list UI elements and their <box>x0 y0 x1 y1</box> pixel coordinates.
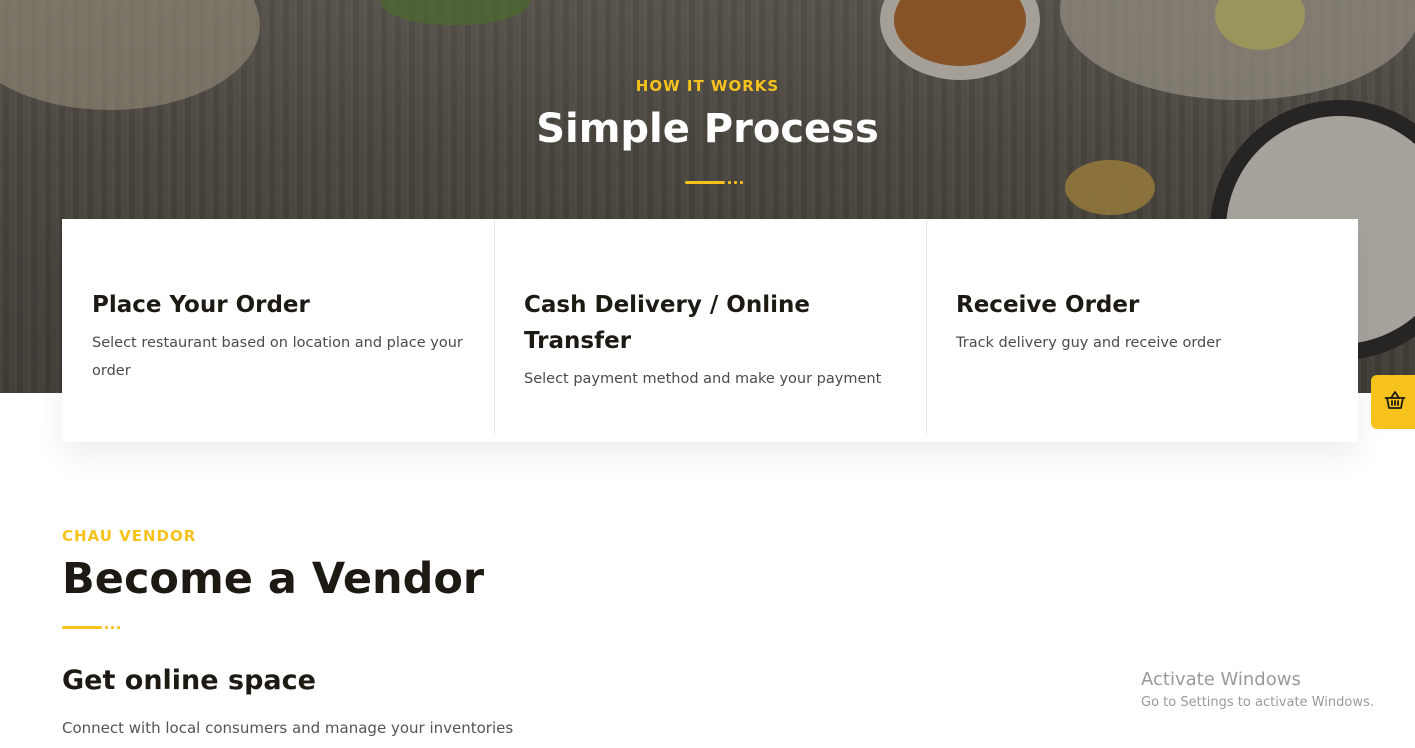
step-place-order: Place Your Order Select restaurant based… <box>62 219 494 442</box>
watermark-line-1: Activate Windows <box>1141 669 1301 690</box>
section-title: Simple Process <box>536 106 879 152</box>
step-description: Select restaurant based on location and … <box>92 335 463 379</box>
vendor-title-divider <box>62 625 120 629</box>
section-eyebrow: HOW IT WORKS <box>635 77 780 95</box>
step-title: Place Your Order <box>92 292 310 318</box>
basket-icon <box>1384 390 1406 415</box>
step-description: Track delivery guy and receive order <box>956 335 1222 351</box>
step-payment: Cash Delivery / Online Transfer Select p… <box>494 219 926 442</box>
cart-button[interactable] <box>1371 375 1415 429</box>
vendor-eyebrow: CHAU VENDOR <box>62 527 197 545</box>
watermark-line-2: Go to Settings to activate Windows. <box>1141 695 1374 710</box>
vendor-description: Connect with local consumers and manage … <box>62 719 514 737</box>
step-receive-order: Receive Order Track delivery guy and rec… <box>926 219 1358 442</box>
step-description: Select payment method and make your paym… <box>524 371 882 387</box>
windows-activation-watermark: Activate Windows Go to Settings to activ… <box>1141 668 1374 714</box>
step-title: Cash Delivery / Online Transfer <box>524 292 810 354</box>
vendor-title: Become a Vendor <box>62 554 485 604</box>
title-divider <box>685 180 743 184</box>
step-title: Receive Order <box>956 292 1140 318</box>
vendor-subheading: Get online space <box>62 665 316 696</box>
process-steps-card: Place Your Order Select restaurant based… <box>62 219 1358 442</box>
